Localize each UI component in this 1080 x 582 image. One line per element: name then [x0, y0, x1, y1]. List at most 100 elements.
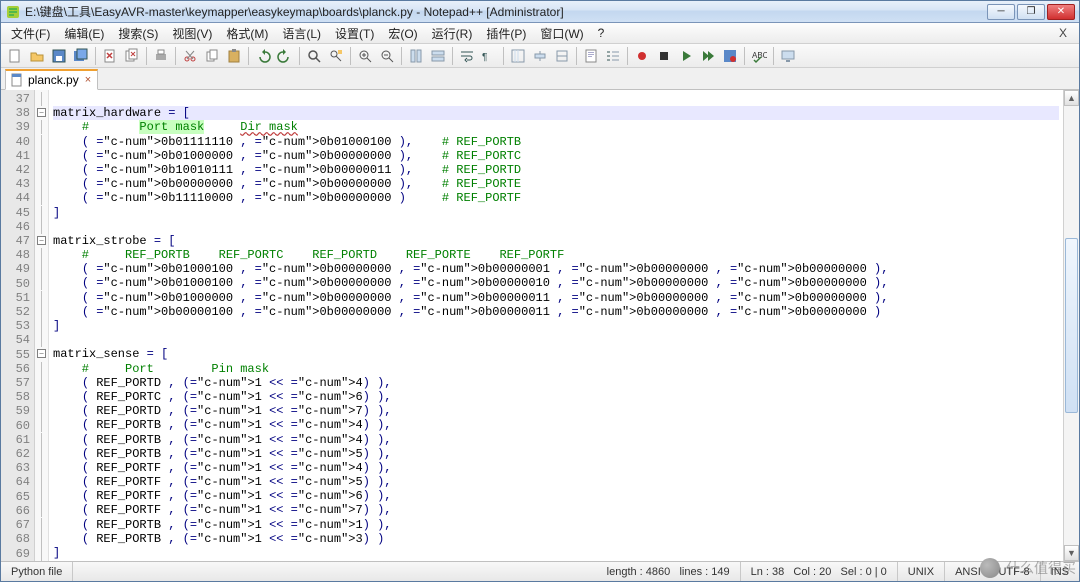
close-all-button[interactable] — [122, 46, 142, 66]
maximize-button[interactable]: ❐ — [1017, 4, 1045, 20]
code-line[interactable]: ( ="c-num">0b10010111 , ="c-num">0b00000… — [53, 163, 1059, 177]
menu-item-7[interactable]: 宏(O) — [382, 23, 423, 44]
code-line[interactable]: # Port mask Dir mask — [53, 120, 1059, 134]
menu-item-3[interactable]: 视图(V) — [166, 23, 218, 44]
code-line[interactable]: ( REF_PORTF , (="c-num">1 << ="c-num">4)… — [53, 461, 1059, 475]
window-title: E:\键盘\工具\EasyAVR-master\keymapper\easyke… — [25, 3, 987, 20]
code-line[interactable]: ( REF_PORTD , (="c-num">1 << ="c-num">4)… — [53, 376, 1059, 390]
menu-item-1[interactable]: 编辑(E) — [58, 23, 110, 44]
code-line[interactable] — [53, 333, 1059, 347]
tabbar: planck.py × — [1, 68, 1079, 90]
fold-toggle-icon[interactable]: − — [37, 349, 46, 358]
sync-h-button[interactable] — [428, 46, 448, 66]
code-line[interactable]: ( REF_PORTF , (="c-num">1 << ="c-num">6)… — [53, 489, 1059, 503]
fold-toggle-icon[interactable]: − — [37, 108, 46, 117]
code-line[interactable]: ( REF_PORTB , (="c-num">1 << ="c-num">4)… — [53, 433, 1059, 447]
save-macro-button[interactable] — [720, 46, 740, 66]
print-button[interactable] — [151, 46, 171, 66]
code-line[interactable]: ( ="c-num">0b01111110 , ="c-num">0b01000… — [53, 135, 1059, 149]
zoom-out-button[interactable] — [377, 46, 397, 66]
replace-button[interactable] — [326, 46, 346, 66]
close-file-button[interactable] — [100, 46, 120, 66]
code-line[interactable]: matrix_sense = [ — [53, 347, 1059, 361]
unfold-all-button[interactable] — [552, 46, 572, 66]
cut-button[interactable] — [180, 46, 200, 66]
menu-item-6[interactable]: 设置(T) — [329, 23, 380, 44]
play-macro-button[interactable] — [676, 46, 696, 66]
indent-guide-button[interactable] — [508, 46, 528, 66]
func-list-button[interactable] — [603, 46, 623, 66]
menu-item-2[interactable]: 搜索(S) — [112, 23, 164, 44]
code-line[interactable]: ] — [53, 546, 1059, 560]
menu-item-11[interactable]: ? — [592, 24, 611, 42]
cut-icon — [182, 48, 198, 64]
code-line[interactable]: ] — [53, 319, 1059, 333]
titlebar[interactable]: E:\键盘\工具\EasyAVR-master\keymapper\easyke… — [1, 1, 1079, 23]
code-line[interactable]: ( REF_PORTB , (="c-num">1 << ="c-num">1)… — [53, 518, 1059, 532]
close-button[interactable]: ✕ — [1047, 4, 1075, 20]
code-line[interactable]: ( ="c-num">0b01000000 , ="c-num">0b00000… — [53, 149, 1059, 163]
monitor-button[interactable] — [778, 46, 798, 66]
code-line[interactable]: ( REF_PORTF , (="c-num">1 << ="c-num">7)… — [53, 503, 1059, 517]
doc-close-x[interactable]: X — [1051, 26, 1075, 40]
save-button[interactable] — [49, 46, 69, 66]
redo-button[interactable] — [275, 46, 295, 66]
code-line[interactable] — [53, 220, 1059, 234]
code-line[interactable] — [53, 92, 1059, 106]
play-multi-button[interactable] — [698, 46, 718, 66]
code-line[interactable]: # Port Pin mask — [53, 362, 1059, 376]
undo-button[interactable] — [253, 46, 273, 66]
file-tab-planck[interactable]: planck.py × — [5, 69, 98, 90]
fold-toggle-icon[interactable]: − — [37, 236, 46, 245]
new-file-button[interactable] — [5, 46, 25, 66]
stop-macro-button[interactable] — [654, 46, 674, 66]
code-line[interactable]: ( ="c-num">0b01000000 , ="c-num">0b00000… — [53, 291, 1059, 305]
show-all-button[interactable]: ¶ — [479, 46, 499, 66]
tab-close-icon[interactable]: × — [85, 74, 91, 86]
word-wrap-button[interactable] — [457, 46, 477, 66]
doc-map-button[interactable] — [581, 46, 601, 66]
code-line[interactable]: ( ="c-num">0b01000100 , ="c-num">0b00000… — [53, 276, 1059, 290]
code-line[interactable]: ( REF_PORTC , (="c-num">1 << ="c-num">6)… — [53, 390, 1059, 404]
code-line[interactable]: ( REF_PORTB , (="c-num">1 << ="c-num">4)… — [53, 418, 1059, 432]
code-line[interactable] — [53, 560, 1059, 561]
open-file-button[interactable] — [27, 46, 47, 66]
code-line[interactable]: ] — [53, 206, 1059, 220]
code-line[interactable]: ( ="c-num">0b01000100 , ="c-num">0b00000… — [53, 262, 1059, 276]
menu-item-5[interactable]: 语言(L) — [276, 23, 327, 44]
code-line[interactable]: ( ="c-num">0b11110000 , ="c-num">0b00000… — [53, 191, 1059, 205]
code-line[interactable]: matrix_strobe = [ — [53, 234, 1059, 248]
copy-button[interactable] — [202, 46, 222, 66]
minimize-button[interactable]: ─ — [987, 4, 1015, 20]
code-line[interactable]: ( REF_PORTF , (="c-num">1 << ="c-num">5)… — [53, 475, 1059, 489]
code-area[interactable]: matrix_hardware = [ # Port mask Dir mask… — [49, 90, 1063, 561]
menu-item-10[interactable]: 窗口(W) — [534, 23, 589, 44]
scroll-thumb[interactable] — [1065, 238, 1078, 414]
code-line[interactable]: ( REF_PORTD , (="c-num">1 << ="c-num">7)… — [53, 404, 1059, 418]
menu-item-9[interactable]: 插件(P) — [480, 23, 532, 44]
code-line[interactable]: ( ="c-num">0b00000000 , ="c-num">0b00000… — [53, 177, 1059, 191]
save-all-button[interactable] — [71, 46, 91, 66]
scroll-track[interactable] — [1064, 106, 1079, 545]
fold-all-button[interactable] — [530, 46, 550, 66]
code-line[interactable]: ( REF_PORTB , (="c-num">1 << ="c-num">3)… — [53, 532, 1059, 546]
scroll-down-icon[interactable]: ▼ — [1064, 545, 1079, 561]
scroll-up-icon[interactable]: ▲ — [1064, 90, 1079, 106]
spell-check-button[interactable]: ABC — [749, 46, 769, 66]
paste-button[interactable] — [224, 46, 244, 66]
find-button[interactable] — [304, 46, 324, 66]
line-number: 38 — [1, 106, 30, 120]
line-number: 63 — [1, 461, 30, 475]
menu-item-8[interactable]: 运行(R) — [426, 23, 479, 44]
menu-item-4[interactable]: 格式(M) — [220, 23, 274, 44]
code-line[interactable]: # REF_PORTB REF_PORTC REF_PORTD REF_PORT… — [53, 248, 1059, 262]
code-line[interactable]: matrix_hardware = [ — [53, 106, 1059, 120]
menu-item-0[interactable]: 文件(F) — [5, 23, 56, 44]
zoom-in-button[interactable] — [355, 46, 375, 66]
code-line[interactable]: ( ="c-num">0b00000100 , ="c-num">0b00000… — [53, 305, 1059, 319]
record-macro-button[interactable] — [632, 46, 652, 66]
code-line[interactable]: ( REF_PORTB , (="c-num">1 << ="c-num">5)… — [53, 447, 1059, 461]
close-file-icon — [102, 48, 118, 64]
vertical-scrollbar[interactable]: ▲ ▼ — [1063, 90, 1079, 561]
sync-v-button[interactable] — [406, 46, 426, 66]
